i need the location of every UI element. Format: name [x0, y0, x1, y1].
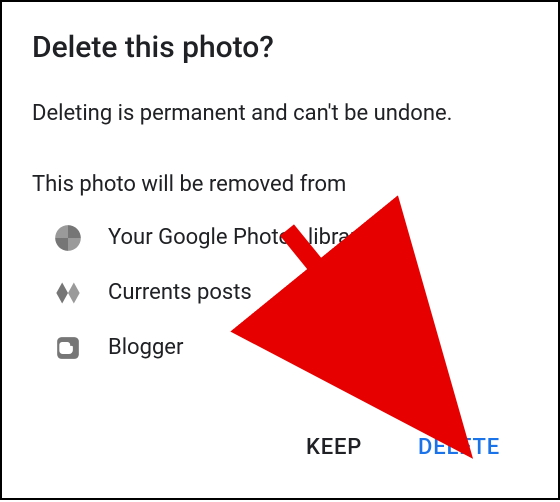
list-item: Currents posts [32, 276, 528, 309]
removed-from-text: This photo will be removed from [32, 168, 528, 201]
service-label: Currents posts [108, 276, 252, 309]
delete-button[interactable]: DELETE [410, 429, 508, 466]
service-list: Your Google Photos library Currents post… [32, 221, 528, 364]
blogger-icon [52, 332, 84, 364]
service-label: Blogger [108, 331, 183, 364]
list-item: Your Google Photos library [32, 221, 528, 254]
dialog-title: Delete this photo? [32, 30, 528, 65]
service-label: Your Google Photos library [108, 221, 368, 254]
delete-confirmation-dialog: Delete this photo? Deleting is permanent… [2, 2, 558, 498]
list-item: Blogger [32, 331, 528, 364]
dialog-body: Deleting is permanent and can't be undon… [32, 97, 528, 386]
warning-text: Deleting is permanent and can't be undon… [32, 97, 528, 130]
keep-button[interactable]: KEEP [298, 429, 370, 466]
google-photos-icon [52, 222, 84, 254]
currents-icon [52, 277, 84, 309]
dialog-actions: KEEP DELETE [32, 405, 528, 498]
